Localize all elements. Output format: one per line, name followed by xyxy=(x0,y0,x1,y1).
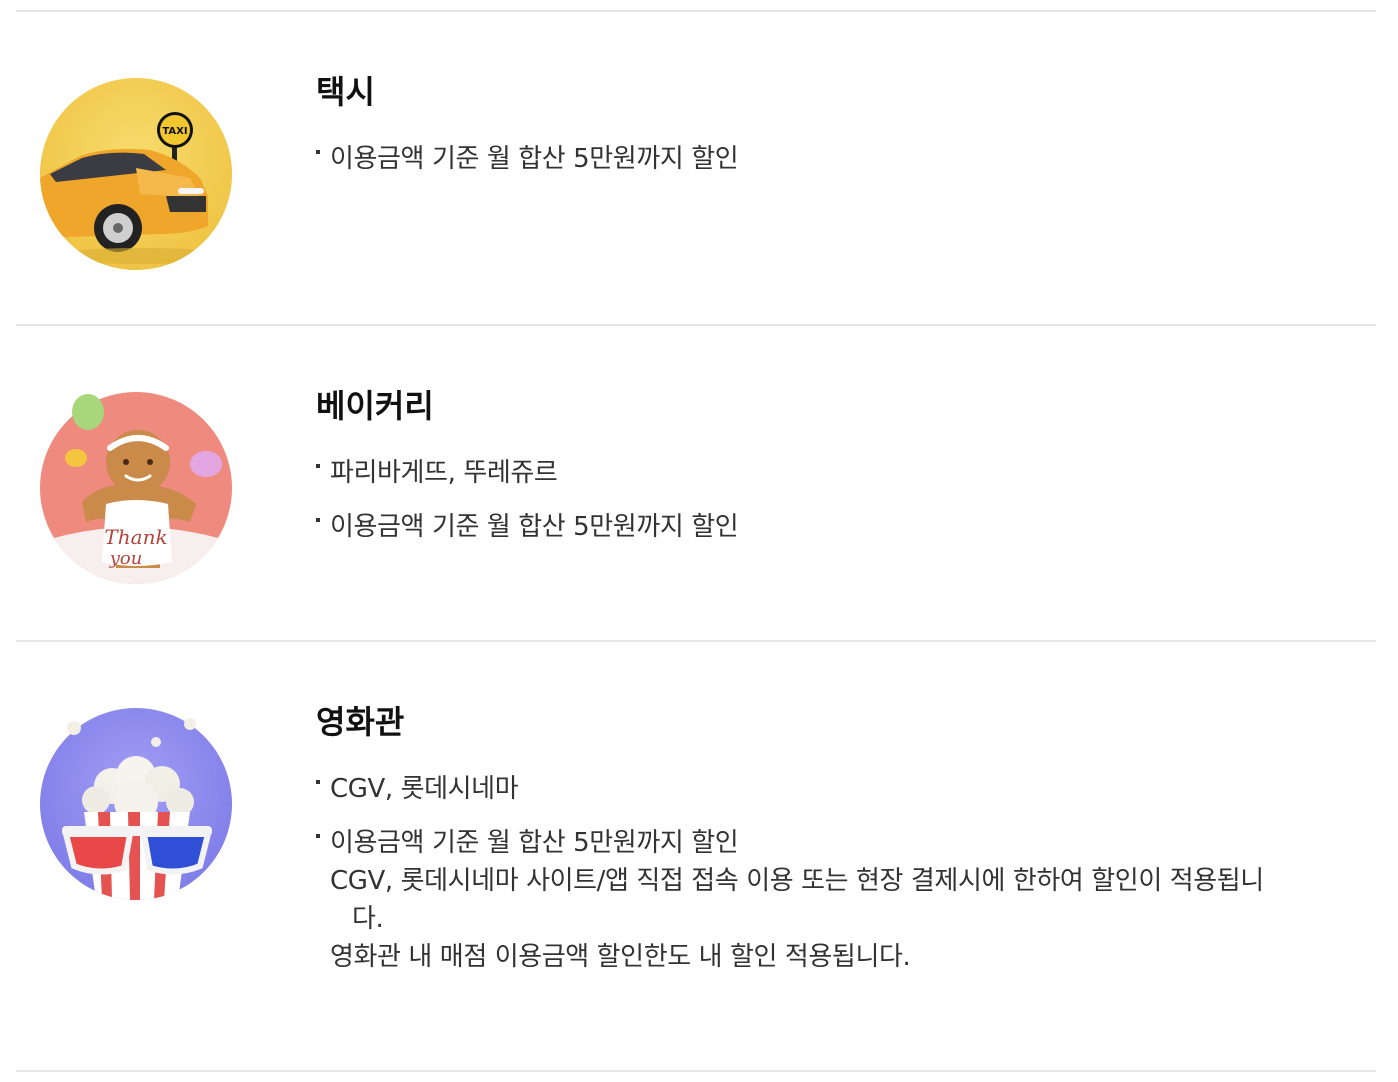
benefit-cinema: 영화관 CGV, 롯데시네마 이용금액 기준 월 합산 5만원까지 할인 CGV… xyxy=(16,642,1376,1072)
benefit-taxi: TAXI 택시 이용금액 기준 월 합산 5만원까지 할인 xyxy=(16,12,1376,326)
benefit-item: 이용금액 기준 월 합산 5만원까지 할인 xyxy=(316,508,1376,546)
taxi-icon: TAXI xyxy=(40,78,232,270)
benefit-item: 이용금액 기준 월 합산 5만원까지 할인 xyxy=(316,140,1376,178)
benefit-note: 영화관 내 매점 이용금액 할인한도 내 할인 적용됩니다. xyxy=(330,942,911,972)
benefit-title-taxi: 택시 xyxy=(316,73,375,111)
benefit-title-bakery: 베이커리 xyxy=(316,387,434,425)
benefit-list-taxi: 이용금액 기준 월 합산 5만원까지 할인 xyxy=(316,140,1376,178)
benefit-item: 이용금액 기준 월 합산 5만원까지 할인 CGV, 롯데시네마 사이트/앱 직… xyxy=(316,824,1376,976)
bakery-gingerbread-icon: Thank you xyxy=(40,392,232,584)
benefit-bakery: Thank you 베이커리 파리바게뜨, 뚜레쥬르 이용금액 기준 월 합산 … xyxy=(16,326,1376,642)
benefit-title-cinema: 영화관 xyxy=(316,703,405,741)
benefit-item-text: 이용금액 기준 월 합산 5만원까지 할인 xyxy=(330,828,739,858)
icon-text-you: you xyxy=(109,548,143,569)
icon-text-thank: Thank xyxy=(104,525,167,549)
benefit-list-cinema: CGV, 롯데시네마 이용금액 기준 월 합산 5만원까지 할인 CGV, 롯데… xyxy=(316,770,1376,976)
benefit-list-bakery: 파리바게뜨, 뚜레쥬르 이용금액 기준 월 합산 5만원까지 할인 xyxy=(316,454,1376,546)
taxi-sign-text: TAXI xyxy=(162,126,187,137)
benefit-note: CGV, 롯데시네마 사이트/앱 직접 접속 이용 또는 현장 결제시에 한하여… xyxy=(330,866,1264,896)
benefit-item: CGV, 롯데시네마 xyxy=(316,770,1376,808)
benefit-note-continued: 다. xyxy=(352,904,384,934)
cinema-popcorn-icon xyxy=(40,708,232,900)
benefit-item: 파리바게뜨, 뚜레쥬르 xyxy=(316,454,1376,492)
